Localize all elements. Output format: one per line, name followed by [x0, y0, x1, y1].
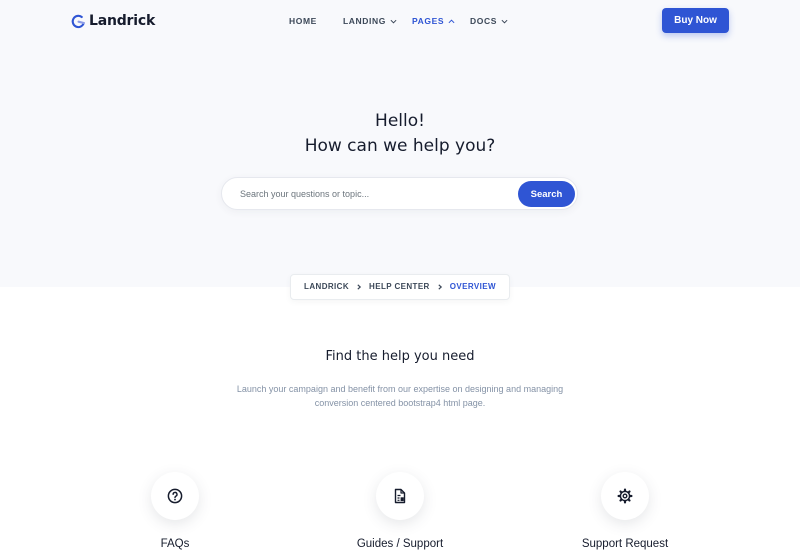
nav-home[interactable]: HOME — [289, 15, 317, 27]
chevron-down-icon — [390, 19, 397, 24]
feature-label-support-request[interactable]: Support Request — [525, 537, 725, 550]
section-description: Launch your campaign and benefit from ou… — [210, 382, 590, 410]
support-request-icon-button[interactable] — [601, 472, 649, 520]
feature-label-guides-support[interactable]: Guides / Support — [300, 537, 500, 550]
breadcrumb-item-landrick[interactable]: LANDRICK — [304, 282, 349, 292]
chevron-right-icon — [437, 284, 443, 290]
logo-icon — [71, 14, 85, 28]
nav-pages[interactable]: PAGES — [412, 15, 455, 27]
faqs-icon-button[interactable] — [151, 472, 199, 520]
brand-name: Landrick — [89, 13, 156, 29]
search-bar: Search — [221, 177, 578, 210]
search-input[interactable] — [240, 186, 510, 202]
nav-pages-label: PAGES — [412, 16, 445, 26]
chevron-up-icon — [448, 18, 455, 23]
nav-docs[interactable]: DOCS — [470, 15, 508, 27]
guides-support-icon-button[interactable] — [376, 472, 424, 520]
nav-home-label: HOME — [289, 16, 317, 26]
section-title: Find the help you need — [325, 349, 475, 364]
nav-landing-label: LANDING — [343, 16, 386, 26]
breadcrumb-item-overview: OVERVIEW — [449, 282, 496, 291]
section-description-line-1: Launch your campaign and benefit from ou… — [236, 384, 564, 394]
nav-landing[interactable]: LANDING — [343, 15, 397, 27]
gear-icon — [617, 488, 633, 504]
nav-docs-label: DOCS — [470, 16, 497, 26]
document-icon — [394, 488, 406, 504]
chevron-right-icon — [356, 284, 362, 290]
hero-title: How can we help you? — [304, 136, 496, 156]
breadcrumb: LANDRICK HELP CENTER OVERVIEW — [290, 274, 510, 300]
search-button[interactable]: Search — [518, 181, 575, 207]
breadcrumb-item-help-center[interactable]: HELP CENTER — [369, 282, 430, 292]
navbar: Landrick HOME LANDING PAGES DOCS Buy Now — [0, 0, 800, 42]
section-description-line-2: conversion centered bootstrap4 html page… — [314, 398, 486, 408]
chevron-down-icon — [501, 19, 508, 24]
buy-now-button[interactable]: Buy Now — [662, 8, 729, 33]
feature-label-faqs[interactable]: FAQs — [75, 537, 275, 550]
hero-greeting: Hello! — [375, 111, 425, 131]
logo[interactable]: Landrick — [71, 12, 155, 30]
question-circle-icon — [167, 488, 183, 504]
